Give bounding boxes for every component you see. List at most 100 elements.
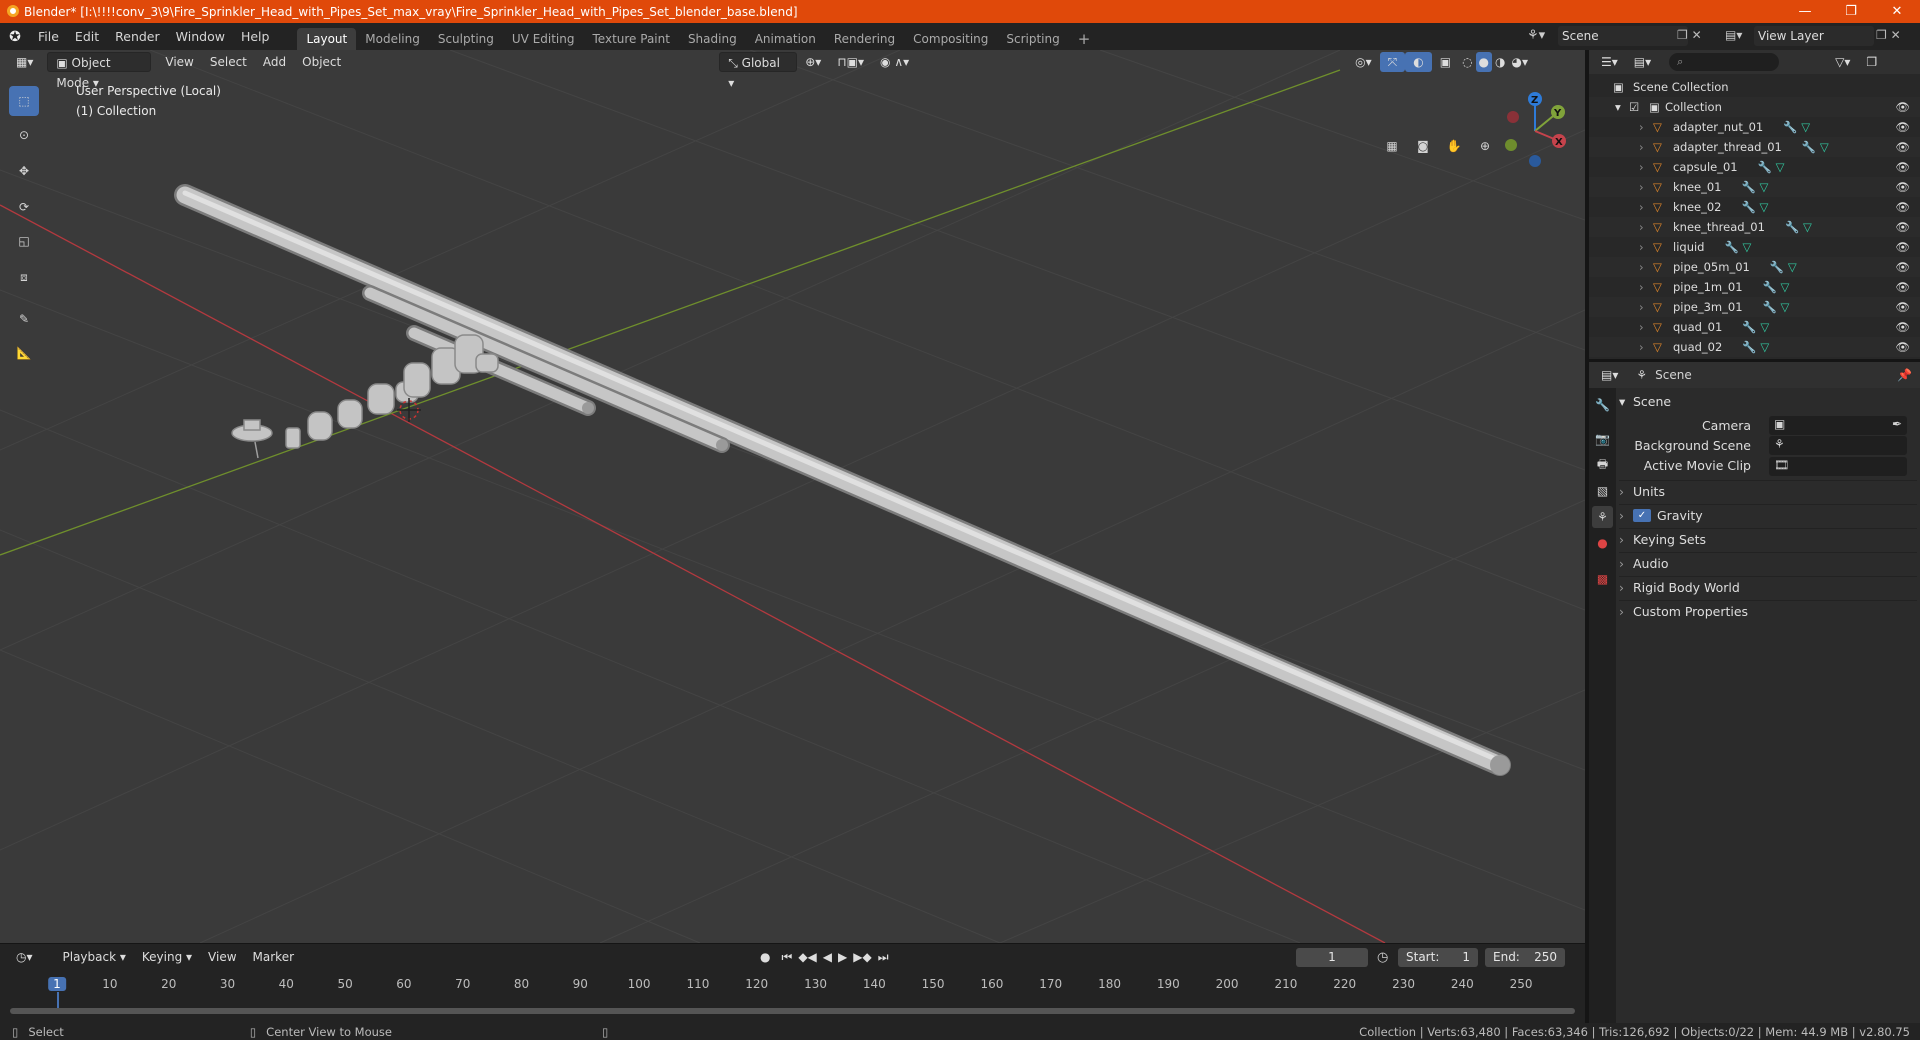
record-icon[interactable]: ● bbox=[752, 947, 778, 967]
collection-row[interactable]: ▾ ☑ ▣ Collection 👁 bbox=[1589, 97, 1920, 117]
tab-sculpting[interactable]: Sculpting bbox=[429, 28, 503, 50]
display-mode-icon[interactable]: ▤▾ bbox=[1626, 52, 1659, 72]
cursor-tool-icon[interactable]: ⊙ bbox=[9, 120, 39, 150]
tab-animation[interactable]: Animation bbox=[746, 28, 825, 50]
shading-material-icon[interactable]: ◑ bbox=[1492, 52, 1508, 72]
expand-object-icon[interactable]: › bbox=[1639, 160, 1653, 174]
new-collection-icon[interactable]: ❐ bbox=[1858, 52, 1885, 72]
scene-selector-icon[interactable]: ⚘▾ bbox=[1527, 28, 1545, 43]
rotate-tool-icon[interactable]: ⟳ bbox=[9, 192, 39, 222]
view-layer-tab-icon[interactable]: ▧ bbox=[1592, 480, 1613, 502]
snap-icon[interactable]: ⊓▣▾ bbox=[829, 52, 872, 72]
menu-edit[interactable]: Edit bbox=[67, 23, 107, 50]
play-icon[interactable]: ▶ bbox=[835, 947, 850, 967]
tab-layout[interactable]: Layout bbox=[297, 28, 357, 50]
navigation-gizmo[interactable]: Z Y X bbox=[1495, 86, 1575, 176]
visibility-eye-icon[interactable]: 👁 bbox=[1895, 140, 1910, 154]
menu-marker[interactable]: Marker bbox=[245, 947, 302, 967]
subpanel-audio[interactable]: › Audio bbox=[1619, 552, 1917, 574]
visibility-eye-icon[interactable]: 👁 bbox=[1895, 180, 1910, 194]
visibility-eye-icon[interactable]: 👁 bbox=[1895, 300, 1910, 314]
3d-viewport[interactable]: ▦▾ ▣ Object Mode ▾ View Select Add Objec… bbox=[0, 50, 1585, 943]
visibility-eye-icon[interactable]: 👁 bbox=[1895, 220, 1910, 234]
outliner-item[interactable]: › ▽ capsule_01 🔧 ▽ 👁 bbox=[1589, 157, 1920, 177]
subpanel-custom-properties[interactable]: › Custom Properties bbox=[1619, 600, 1917, 622]
view-layer-actions-icon[interactable]: ❐ ✕ bbox=[1876, 28, 1901, 42]
filter-icon[interactable]: ▽▾ bbox=[1827, 52, 1858, 72]
visibility-eye-icon[interactable]: 👁 bbox=[1895, 340, 1910, 354]
menu-timeline-view[interactable]: View bbox=[200, 947, 244, 967]
menu-playback[interactable]: Playback ▾ bbox=[55, 947, 134, 967]
select-box-tool-icon[interactable]: ⬚ bbox=[9, 86, 39, 116]
tab-uv-editing[interactable]: UV Editing bbox=[503, 28, 584, 50]
expand-object-icon[interactable]: › bbox=[1639, 200, 1653, 214]
editor-type-icon[interactable]: ▦▾ bbox=[8, 52, 41, 72]
tab-scripting[interactable]: Scripting bbox=[997, 28, 1068, 50]
scene-name-field[interactable]: Scene bbox=[1558, 26, 1688, 46]
tab-texture-paint[interactable]: Texture Paint bbox=[584, 28, 679, 50]
outliner-item[interactable]: › ▽ adapter_nut_01 🔧 ▽ 👁 bbox=[1589, 117, 1920, 137]
visibility-eye-icon[interactable]: 👁 bbox=[1895, 120, 1910, 134]
clock-icon[interactable]: ◷ bbox=[1377, 950, 1388, 965]
world-tab-icon[interactable]: ● bbox=[1592, 532, 1613, 554]
play-reverse-icon[interactable]: ◀ bbox=[820, 947, 835, 967]
menu-view[interactable]: View bbox=[157, 52, 201, 72]
jump-end-icon[interactable]: ⏭ bbox=[875, 947, 892, 967]
orientation-dropdown[interactable]: ⤡ Global ▾ bbox=[719, 52, 798, 90]
visibility-eye-icon[interactable]: 👁 bbox=[1895, 240, 1910, 254]
shading-rendered-icon[interactable]: ◕▾ bbox=[1509, 52, 1532, 72]
grid-view-icon[interactable]: ▦ bbox=[1380, 134, 1404, 158]
visibility-icon[interactable]: ◎▾ bbox=[1347, 52, 1380, 72]
menu-object[interactable]: Object bbox=[294, 52, 349, 72]
scene-tab-icon[interactable]: ⚘ bbox=[1592, 506, 1613, 528]
render-tab-icon[interactable]: 📷 bbox=[1592, 428, 1613, 450]
eyedropper-icon[interactable]: ✒ bbox=[1892, 417, 1902, 431]
outliner-item[interactable]: › ▽ quad_02 🔧 ▽ 👁 bbox=[1589, 337, 1920, 357]
zoom-icon[interactable]: ⊕ bbox=[1473, 134, 1497, 158]
tool-tab-icon[interactable]: 🔧 bbox=[1592, 394, 1613, 416]
expand-object-icon[interactable]: › bbox=[1639, 280, 1653, 294]
xray-icon[interactable]: ▣ bbox=[1432, 52, 1459, 72]
pan-hand-icon[interactable]: ✋ bbox=[1442, 134, 1466, 158]
timeline-scrollbar[interactable] bbox=[10, 1008, 1575, 1014]
subpanel-units[interactable]: › Units bbox=[1619, 480, 1917, 502]
outliner-item[interactable]: › ▽ pipe_1m_01 🔧 ▽ 👁 bbox=[1589, 277, 1920, 297]
menu-keying[interactable]: Keying ▾ bbox=[134, 947, 200, 967]
visibility-eye-icon[interactable]: 👁 bbox=[1895, 260, 1910, 274]
menu-window[interactable]: Window bbox=[168, 23, 233, 50]
shading-solid-icon[interactable]: ● bbox=[1475, 52, 1493, 72]
maximize-button[interactable]: ❐ bbox=[1828, 0, 1874, 23]
expand-object-icon[interactable]: › bbox=[1639, 140, 1653, 154]
menu-add[interactable]: Add bbox=[255, 52, 294, 72]
expand-object-icon[interactable]: › bbox=[1639, 320, 1653, 334]
subpanel-keying-sets[interactable]: › Keying Sets bbox=[1619, 528, 1917, 550]
gravity-checkbox[interactable]: ✓ bbox=[1633, 509, 1651, 522]
outliner-search-input[interactable]: ⌕ bbox=[1669, 53, 1780, 71]
move-tool-icon[interactable]: ✥ bbox=[9, 156, 39, 186]
visibility-eye-icon[interactable]: 👁 bbox=[1895, 280, 1910, 294]
active-movie-clip-field[interactable]: 🎞 bbox=[1769, 457, 1907, 476]
new-scene-icon[interactable]: ❐ ✕ bbox=[1677, 28, 1702, 42]
collection-checkbox[interactable]: ☑ bbox=[1629, 100, 1649, 114]
close-button[interactable]: ✕ bbox=[1874, 0, 1920, 23]
scene-collection-row[interactable]: ▣ Scene Collection bbox=[1589, 77, 1920, 97]
object-mode-dropdown[interactable]: ▣ Object Mode ▾ bbox=[47, 52, 152, 90]
expand-object-icon[interactable]: › bbox=[1639, 220, 1653, 234]
proportional-edit-icon[interactable]: ◉ ∧▾ bbox=[872, 52, 917, 72]
overlay-toggle-icon[interactable]: ◐ bbox=[1405, 52, 1432, 72]
expand-object-icon[interactable]: › bbox=[1639, 260, 1653, 274]
tab-modeling[interactable]: Modeling bbox=[356, 28, 429, 50]
outliner-item[interactable]: › ▽ knee_02 🔧 ▽ 👁 bbox=[1589, 197, 1920, 217]
outliner-item[interactable]: › ▽ knee_thread_01 🔧 ▽ 👁 bbox=[1589, 217, 1920, 237]
blender-menu-icon[interactable]: ✪ bbox=[0, 29, 30, 45]
subpanel-gravity[interactable]: › ✓ Gravity bbox=[1619, 504, 1917, 526]
expand-object-icon[interactable]: › bbox=[1639, 340, 1653, 354]
menu-help[interactable]: Help bbox=[233, 23, 278, 50]
expand-object-icon[interactable]: › bbox=[1639, 180, 1653, 194]
expand-object-icon[interactable]: › bbox=[1639, 300, 1653, 314]
add-workspace-button[interactable]: + bbox=[1069, 28, 1100, 50]
visibility-eye-icon[interactable]: 👁 bbox=[1895, 200, 1910, 214]
gizmo-toggle-icon[interactable]: ⤧ bbox=[1379, 52, 1406, 72]
texture-tab-icon[interactable]: ▩ bbox=[1592, 568, 1613, 590]
background-scene-field[interactable]: ⚘ bbox=[1769, 436, 1907, 455]
